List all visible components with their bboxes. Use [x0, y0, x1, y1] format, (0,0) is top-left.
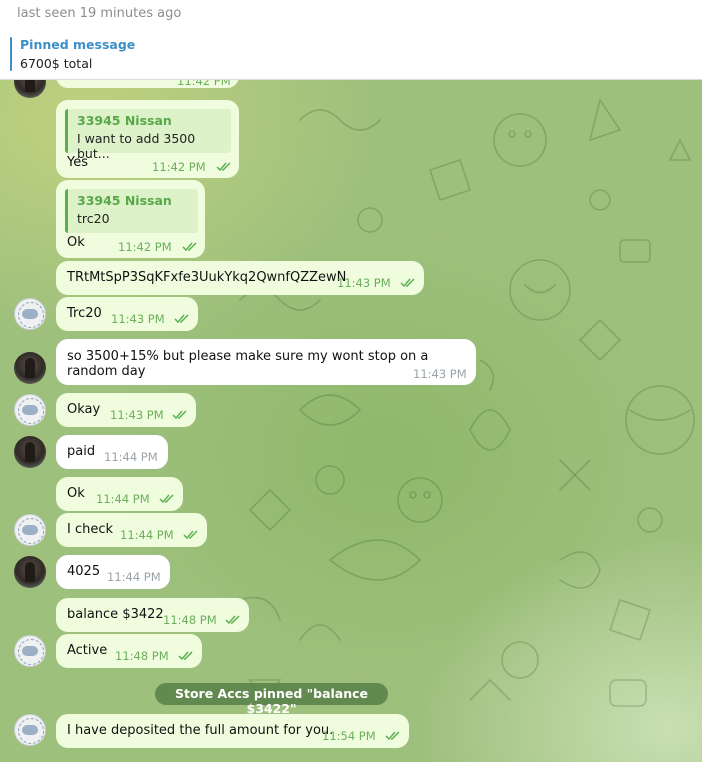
double-check-icon: [216, 162, 231, 172]
message-text: Ok: [67, 486, 85, 501]
message-time: 11:44 PM: [120, 528, 174, 542]
avatar[interactable]: [14, 352, 46, 384]
message-bubble[interactable]: balance $3422 11:48 PM: [56, 598, 249, 632]
reply-quoted-text: trc20: [77, 211, 110, 226]
message-bubble[interactable]: so 3500+15% but please make sure my wont…: [56, 339, 476, 385]
avatar[interactable]: [14, 298, 46, 330]
message-bubble[interactable]: trc20 11:42 PM: [56, 80, 239, 88]
message-text: Ok: [67, 235, 85, 250]
message-bubble[interactable]: Active 11:48 PM: [56, 634, 202, 668]
chat-area[interactable]: trc20 11:42 PM 33945 Nissan I want to ad…: [0, 80, 702, 762]
avatar[interactable]: [14, 394, 46, 426]
message-bubble[interactable]: 33945 Nissan trc20 Ok 11:42 PM: [56, 180, 205, 258]
message-bubble[interactable]: 4025 11:44 PM: [56, 555, 170, 589]
message-time: 11:48 PM: [163, 613, 217, 627]
double-check-icon: [172, 410, 187, 420]
message-time: 11:43 PM: [337, 276, 391, 290]
service-message-text: Store Accs pinned "balance $3422": [174, 686, 369, 716]
message-text: TRtMtSpP3SqKFxfe3UukYkq2QwnfQZZewN: [67, 270, 347, 285]
message-time: 11:48 PM: [115, 649, 169, 663]
reply-quoted-text: I want to add 3500 but...: [77, 131, 196, 161]
message-text: Trc20: [67, 306, 102, 321]
pinned-message-bar[interactable]: Pinned message 6700$ total: [0, 31, 702, 80]
reply-sender-name: 33945 Nissan: [77, 113, 172, 128]
message-time: 11:43 PM: [111, 312, 165, 326]
message-time: 11:42 PM: [177, 80, 231, 88]
message-bubble[interactable]: Okay 11:43 PM: [56, 393, 196, 427]
avatar[interactable]: [14, 714, 46, 746]
message-text: Yes: [67, 155, 88, 170]
message-text: 4025: [67, 564, 101, 579]
message-text: I check: [67, 522, 114, 537]
pinned-title: Pinned message: [20, 37, 136, 52]
message-text: Okay: [67, 402, 101, 417]
message-time: 11:44 PM: [96, 492, 150, 506]
message-bubble[interactable]: TRtMtSpP3SqKFxfe3UukYkq2QwnfQZZewN 11:43…: [56, 261, 424, 295]
chat-header: last seen 19 minutes ago: [0, 0, 702, 32]
message-time: 11:54 PM: [322, 729, 376, 743]
message-bubble[interactable]: I have deposited the full amount for you…: [56, 714, 409, 748]
message-text: Active: [67, 643, 108, 658]
message-time: 11:44 PM: [104, 450, 158, 464]
service-message: Store Accs pinned "balance $3422": [155, 683, 388, 716]
avatar[interactable]: [14, 635, 46, 667]
message-time: 11:42 PM: [118, 240, 172, 254]
double-check-icon: [178, 651, 193, 661]
message-bubble[interactable]: 33945 Nissan I want to add 3500 but... Y…: [56, 100, 239, 178]
message-time: 11:43 PM: [110, 408, 164, 422]
double-check-icon: [385, 731, 400, 741]
avatar[interactable]: [14, 436, 46, 468]
last-seen-status: last seen 19 minutes ago: [17, 6, 182, 21]
double-check-icon: [159, 494, 174, 504]
message-bubble[interactable]: paid 11:44 PM: [56, 435, 168, 469]
message-time: 11:44 PM: [107, 570, 161, 584]
double-check-icon: [182, 242, 197, 252]
message-text: balance $3422: [67, 607, 164, 622]
message-bubble[interactable]: I check 11:44 PM: [56, 513, 207, 547]
double-check-icon: [174, 314, 189, 324]
message-time: 11:43 PM: [413, 367, 467, 381]
reply-quote[interactable]: 33945 Nissan trc20: [65, 189, 198, 233]
reply-sender-name: 33945 Nissan: [77, 193, 172, 208]
double-check-icon: [225, 615, 240, 625]
message-time: 11:42 PM: [152, 160, 206, 174]
pinned-text: 6700$ total: [20, 56, 93, 71]
message-bubble[interactable]: Ok 11:44 PM: [56, 477, 183, 511]
message-text: paid: [67, 444, 96, 459]
reply-quote[interactable]: 33945 Nissan I want to add 3500 but...: [65, 109, 231, 161]
pinned-indicator: [10, 37, 12, 71]
double-check-icon: [400, 278, 415, 288]
avatar[interactable]: [14, 514, 46, 546]
avatar[interactable]: [14, 556, 46, 588]
message-text: I have deposited the full amount for you…: [67, 723, 334, 738]
double-check-icon: [183, 530, 198, 540]
message-bubble[interactable]: Trc20 11:43 PM: [56, 297, 198, 331]
